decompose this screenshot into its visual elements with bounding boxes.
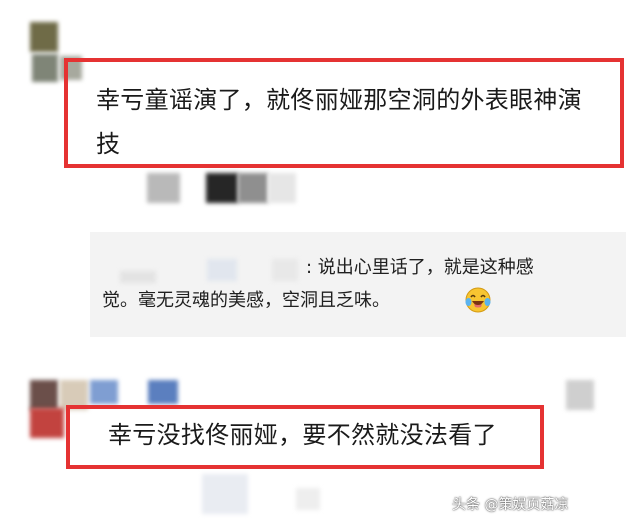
user-avatar[interactable] xyxy=(30,22,58,52)
blurred-username xyxy=(238,173,268,203)
comment-text: 幸亏童谣演了，就佟丽娅那空洞的外表眼神演 技 xyxy=(96,86,582,158)
blurred-content xyxy=(296,488,320,510)
user-avatar-fragment xyxy=(32,54,58,82)
comment-text: 幸亏没找佟丽娅，要不然就没法看了 xyxy=(108,421,497,449)
blurred-username xyxy=(148,380,178,404)
crying-laughing-emoji-icon xyxy=(465,287,491,313)
blurred-username xyxy=(90,380,118,404)
blurred-reply-username[interactable] xyxy=(120,271,156,283)
blurred-username xyxy=(268,173,296,203)
blurred-reply-username[interactable] xyxy=(207,259,237,281)
user-avatar[interactable] xyxy=(30,380,58,410)
blurred-reply-username[interactable] xyxy=(272,259,298,281)
reply-text-line: 觉。毫无灵魂的美感，空洞且乏味。 xyxy=(102,290,390,311)
blurred-badge xyxy=(566,380,594,410)
blurred-content xyxy=(202,474,248,514)
blurred-username xyxy=(147,173,180,203)
watermark: 头条 @策娱页菇凉 xyxy=(452,497,569,513)
blurred-username xyxy=(206,173,238,203)
reply-text-line: : 说出心里话了，就是这种感 xyxy=(306,257,534,278)
user-avatar-fragment xyxy=(30,408,64,438)
